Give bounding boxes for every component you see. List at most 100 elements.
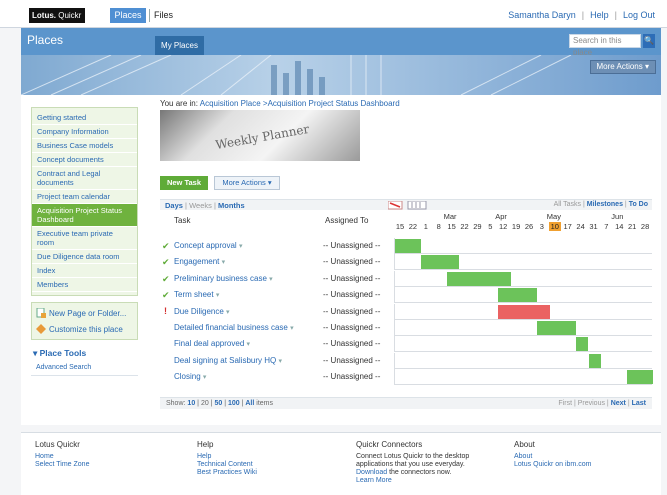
assigned-column-header[interactable]: Assigned To: [325, 216, 368, 225]
lotus-quickr-logo[interactable]: Lotus. Quickr: [29, 8, 85, 23]
gantt-bar[interactable]: [446, 271, 512, 286]
chevron-down-icon[interactable]: ▾: [216, 292, 220, 299]
view-weeks-link[interactable]: Weeks: [189, 201, 212, 210]
view-months-link[interactable]: Months: [218, 201, 245, 210]
footer-quickr-column: Lotus Quickr Home Select Time Zone: [35, 440, 90, 469]
new-page-link[interactable]: New Page or Folder...: [32, 305, 137, 321]
chevron-down-icon[interactable]: ▾: [279, 358, 283, 365]
chevron-down-icon[interactable]: ▾: [222, 259, 226, 266]
new-task-button[interactable]: New Task: [160, 176, 208, 190]
task-link[interactable]: Engagement ▾: [174, 257, 225, 266]
footer-technical-content-link[interactable]: Technical Content: [197, 461, 257, 469]
breadcrumb-page-link[interactable]: Acquisition Project Status Dashboard: [268, 99, 400, 108]
tab-files[interactable]: Files: [154, 8, 173, 23]
sidebar-item-10[interactable]: Index: [32, 264, 137, 278]
last-page-link[interactable]: Last: [632, 400, 646, 407]
gantt-bar[interactable]: [536, 321, 576, 335]
gantt-bar[interactable]: [420, 255, 460, 270]
chevron-down-icon[interactable]: ▾: [247, 341, 251, 348]
footer-best-practices-link[interactable]: Best Practices Wiki: [197, 469, 257, 477]
task-column-header[interactable]: Task: [174, 216, 190, 225]
gantt-bar[interactable]: [498, 288, 537, 303]
gantt-cell: [394, 287, 652, 304]
gantt-bar[interactable]: [498, 304, 550, 319]
sidebar-item-5[interactable]: Contract and Legal documents: [32, 167, 137, 190]
task-link[interactable]: Preliminary business case ▾: [174, 274, 273, 283]
table-row: ! Due Diligence ▾ -- Unassigned --: [160, 303, 652, 320]
filter-todo-link[interactable]: To Do: [629, 201, 648, 208]
gantt-bar[interactable]: [588, 353, 602, 368]
search-input[interactable]: Search in this place: [569, 34, 641, 57]
task-link[interactable]: Concept approval ▾: [174, 241, 242, 250]
sidebar-item-9[interactable]: Due Diligence data room: [32, 250, 137, 264]
assigned-to: -- Unassigned --: [323, 323, 381, 332]
more-actions-dropdown[interactable]: More Actions ▾: [214, 176, 280, 190]
page-size-100[interactable]: 100: [228, 400, 240, 407]
more-actions-button[interactable]: More Actions ▾: [589, 60, 656, 74]
chevron-down-icon[interactable]: ▾: [203, 374, 207, 381]
chevron-down-icon[interactable]: ▾: [226, 309, 230, 316]
sidebar-item-8[interactable]: Executive team private room: [32, 227, 137, 250]
page-size-50[interactable]: 50: [214, 400, 222, 407]
filter-milestones-link[interactable]: Milestones: [587, 201, 623, 208]
sidebar-item-6[interactable]: Project team calendar: [32, 190, 137, 204]
filter-all-tasks-link[interactable]: All Tasks: [554, 201, 582, 208]
task-link[interactable]: Closing ▾: [174, 372, 206, 381]
footer-home-link[interactable]: Home: [35, 453, 89, 461]
banner-graphic: [21, 55, 572, 95]
page-size-10[interactable]: 10: [187, 400, 195, 407]
footer-download-link[interactable]: Download: [356, 469, 387, 476]
calendar-icon[interactable]: [407, 200, 427, 210]
task-link[interactable]: Final deal approved ▾: [174, 339, 250, 348]
breadcrumb-place-link[interactable]: Acquisition Place: [200, 99, 261, 108]
grid-footer: Show: 10 | 20 | 50 | 100 | All items Fir…: [160, 397, 652, 409]
customize-place-link[interactable]: Customize this place: [32, 321, 137, 337]
search-icon[interactable]: 🔍: [643, 34, 655, 48]
task-link[interactable]: Deal signing at Salisbury HQ ▾: [174, 356, 282, 365]
view-days-link[interactable]: Days: [165, 201, 183, 210]
help-link[interactable]: Help: [590, 10, 609, 20]
footer-learn-more-link[interactable]: Learn More: [356, 477, 469, 485]
chevron-down-icon[interactable]: ▾: [269, 276, 273, 283]
sidebar-item-1[interactable]: Getting started: [32, 111, 137, 125]
flag-icon[interactable]: [387, 200, 403, 210]
logout-link[interactable]: Log Out: [623, 10, 655, 20]
gantt-bar[interactable]: [575, 337, 589, 352]
chevron-down-icon[interactable]: ▾: [239, 243, 243, 250]
page-size-all[interactable]: All: [245, 400, 254, 407]
table-row: ✔ Engagement ▾ -- Unassigned --: [160, 254, 652, 271]
page-footer: Lotus Quickr Home Select Time Zone Help …: [21, 432, 661, 495]
planner-image-text: Weekly Planner: [214, 121, 311, 153]
sidebar-item-2[interactable]: Company Information: [32, 125, 137, 139]
footer-about-link[interactable]: About: [514, 453, 591, 461]
place-tools-toggle[interactable]: ▾ Place Tools: [31, 348, 138, 359]
sidebar-item-4[interactable]: Concept documents: [32, 153, 137, 167]
timeline-day: 8: [436, 222, 441, 231]
my-places-tab[interactable]: My Places: [155, 36, 204, 55]
sidebar-item-11[interactable]: Members: [32, 278, 137, 292]
task-link[interactable]: Detailed financial business case ▾: [174, 323, 294, 332]
next-page-link[interactable]: Next: [611, 400, 626, 407]
tab-places[interactable]: Places: [110, 8, 146, 23]
footer-timezone-link[interactable]: Select Time Zone: [35, 461, 89, 469]
gantt-bar[interactable]: [627, 370, 653, 385]
first-page-link[interactable]: First: [558, 400, 572, 407]
footer-about-column: About About Lotus Quickr on ibm.com: [514, 440, 592, 469]
advanced-search-link[interactable]: Advanced Search: [31, 364, 138, 371]
page-size-20[interactable]: 20: [201, 400, 209, 407]
sidebar-item-3[interactable]: Business Case models: [32, 139, 137, 153]
sidebar-item-7[interactable]: Acquisition Project Status Dashboard: [32, 204, 137, 227]
check-icon: ✔: [162, 273, 170, 284]
timeline-day: 15: [447, 222, 456, 231]
previous-page-link[interactable]: Previous: [578, 400, 605, 407]
footer-help-link[interactable]: Help: [197, 453, 257, 461]
user-name-link[interactable]: Samantha Daryn: [508, 10, 576, 20]
dashboard-content: You are in: Acquisition Place >Acquisiti…: [160, 99, 653, 409]
gantt-cell: [394, 270, 652, 287]
task-link[interactable]: Term sheet ▾: [174, 290, 219, 299]
gantt-view-bar: Days | Weeks | Months All Tasks | Milest…: [160, 199, 652, 210]
gantt-bar[interactable]: [395, 239, 421, 253]
task-link[interactable]: Due Diligence ▾: [174, 307, 230, 316]
footer-ibm-link[interactable]: Lotus Quickr on ibm.com: [514, 461, 591, 469]
chevron-down-icon[interactable]: ▾: [290, 325, 294, 332]
